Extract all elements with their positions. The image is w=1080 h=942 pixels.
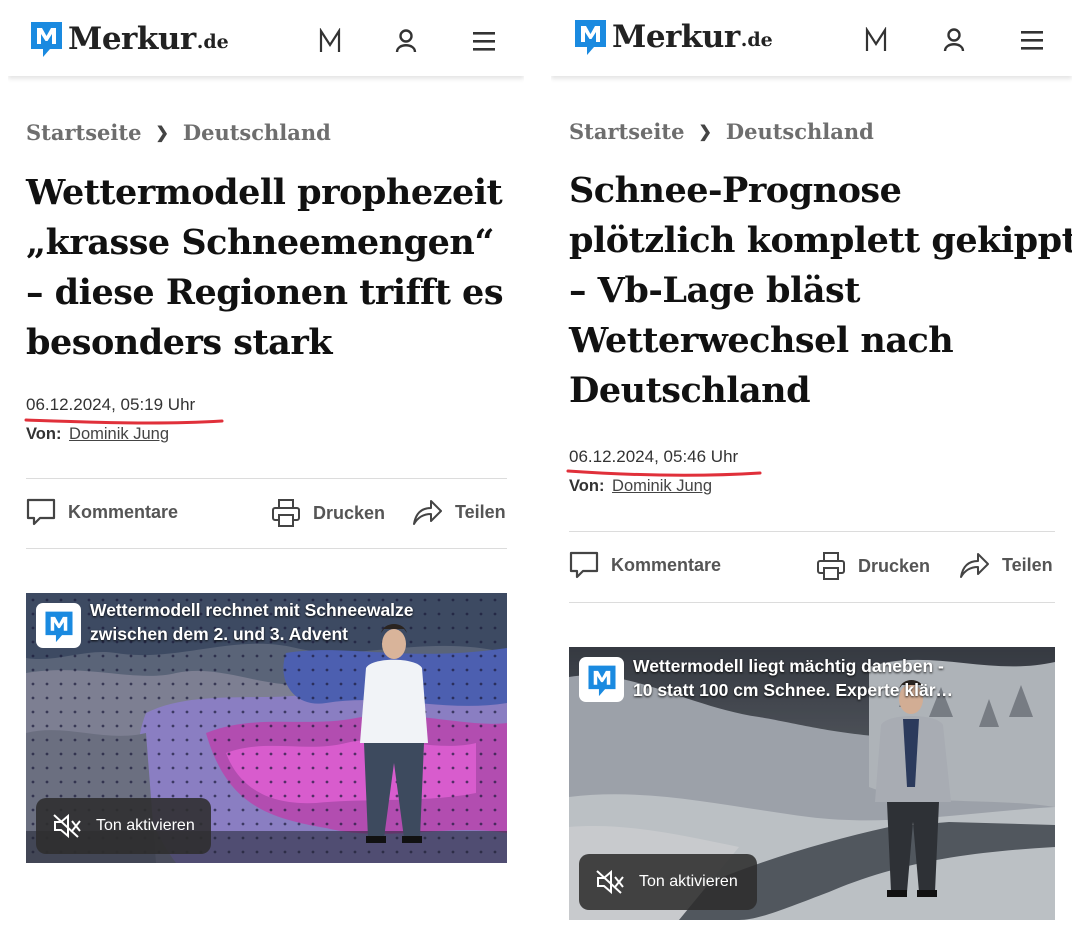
video-player[interactable]: Wettermodell liegt mächtig daneben - 10 … [569, 647, 1055, 920]
print-label: Drucken [313, 502, 386, 523]
headline-line: „krasse Schneemengen“ [26, 222, 494, 263]
share-label: Teilen [1002, 554, 1053, 575]
headline-line: Wettermodell prophezeit [26, 172, 503, 213]
article-headline: Schnee-Prognose plötzlich komplett gekip… [569, 166, 1072, 416]
article-headline: Wettermodell prophezeit „krasse Schneeme… [26, 168, 504, 368]
speaker-muted-icon [596, 869, 624, 895]
print-button[interactable]: Drucken [816, 551, 930, 581]
comment-icon [26, 498, 56, 526]
headline-line: – Vb-Lage bläst [569, 270, 860, 311]
divider [569, 531, 1055, 532]
unmute-label: Ton aktivieren [96, 817, 195, 834]
merkur-m-icon[interactable] [319, 28, 341, 54]
share-button[interactable]: Teilen [411, 498, 506, 526]
headline-line: Deutschland [569, 370, 811, 411]
breadcrumb-section[interactable]: Deutschland [726, 119, 874, 144]
merkur-logo-icon [31, 22, 62, 57]
headline-line: Schnee-Prognose [569, 170, 902, 211]
byline: Von: Dominik Jung [569, 477, 712, 496]
printer-icon [817, 552, 845, 580]
share-arrow-icon [960, 553, 989, 578]
share-button[interactable]: Teilen [958, 551, 1053, 579]
headline-line: Wetterwechsel nach [569, 320, 954, 361]
merkur-video-badge [36, 603, 81, 648]
comments-label: Kommentare [68, 501, 179, 522]
author-link[interactable]: Dominik Jung [612, 477, 712, 495]
brand-name: Merkur [612, 18, 740, 55]
merkur-logo-icon [44, 611, 73, 642]
user-icon[interactable] [943, 27, 965, 53]
merkur-m-icon[interactable] [865, 27, 887, 53]
unmute-label: Ton aktivieren [639, 873, 738, 890]
merkur-logo[interactable]: Merkur .de [574, 17, 773, 56]
user-icon[interactable] [395, 28, 417, 54]
video-player[interactable]: Wettermodell rechnet mit Schneewalze zwi… [26, 593, 507, 863]
divider [26, 548, 507, 549]
divider [26, 478, 507, 479]
breadcrumb: Startseite ❯ Deutschland [26, 120, 331, 145]
breadcrumb-home[interactable]: Startseite [26, 120, 141, 145]
headline-line: besonders stark [26, 322, 333, 363]
share-label: Teilen [455, 501, 506, 522]
video-title-line: zwischen dem 2. und 3. Advent [90, 624, 349, 644]
video-title: Wettermodell liegt mächtig daneben - 10 … [633, 654, 953, 702]
article-screenshot-left: Merkur .de Startseite ❯ Deutschland Wett… [8, 0, 524, 942]
brand-name: Merkur [68, 20, 196, 57]
site-header: Merkur .de [551, 0, 1072, 76]
article-actions: Kommentare Drucken Teilen [569, 551, 1055, 583]
video-title-line: Wettermodell rechnet mit Schneewalze [90, 600, 414, 620]
merkur-logo-icon [587, 665, 616, 696]
comment-icon [569, 551, 599, 579]
byline: Von: Dominik Jung [26, 425, 169, 444]
breadcrumb-section[interactable]: Deutschland [183, 120, 331, 145]
brand-tld: .de [740, 28, 773, 51]
video-title-line: 10 statt 100 cm Schnee. Experte klär… [633, 680, 954, 700]
merkur-video-badge [579, 657, 624, 702]
article-screenshot-right: Merkur .de Startseite ❯ Deutschland Schn… [551, 0, 1072, 942]
comments-button[interactable]: Kommentare [569, 551, 721, 579]
video-title: Wettermodell rechnet mit Schneewalze zwi… [90, 598, 414, 646]
print-label: Drucken [858, 555, 931, 576]
speaker-muted-icon [53, 813, 81, 839]
unmute-button[interactable]: Ton aktivieren [579, 854, 757, 910]
chevron-right-icon: ❯ [698, 122, 712, 141]
headline-line: plötzlich komplett gekippt [569, 220, 1072, 261]
chevron-right-icon: ❯ [155, 123, 169, 142]
breadcrumb: Startseite ❯ Deutschland [569, 119, 874, 144]
print-button[interactable]: Drucken [271, 498, 385, 528]
breadcrumb-home[interactable]: Startseite [569, 119, 684, 144]
comments-label: Kommentare [611, 554, 722, 575]
brand-tld: .de [196, 30, 229, 53]
merkur-logo-icon [575, 20, 606, 55]
article-actions: Kommentare Drucken Teilen [26, 498, 507, 530]
video-title-line: Wettermodell liegt mächtig daneben - [633, 656, 944, 676]
site-header: Merkur .de [8, 0, 524, 76]
author-link[interactable]: Dominik Jung [69, 425, 169, 443]
unmute-button[interactable]: Ton aktivieren [36, 798, 211, 854]
byline-label: Von: [569, 477, 605, 495]
divider [569, 602, 1055, 603]
menu-icon[interactable] [1020, 27, 1044, 53]
byline-label: Von: [26, 425, 62, 443]
share-arrow-icon [413, 500, 442, 525]
merkur-logo[interactable]: Merkur .de [30, 19, 229, 58]
printer-icon [272, 499, 300, 527]
menu-icon[interactable] [472, 28, 496, 54]
comments-button[interactable]: Kommentare [26, 498, 178, 526]
publish-date: 06.12.2024, 05:19 Uhr [26, 395, 196, 414]
headline-line: – diese Regionen trifft es [26, 272, 504, 313]
publish-date: 06.12.2024, 05:46 Uhr [569, 447, 739, 466]
